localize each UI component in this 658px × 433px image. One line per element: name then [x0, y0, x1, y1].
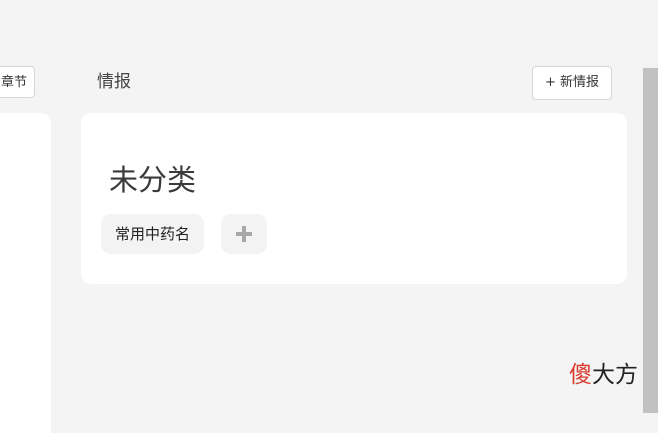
category-card: 未分类 常用中药名: [81, 113, 627, 284]
chapter-button-label: 章节: [0, 75, 27, 90]
tag-chip[interactable]: 常用中药名: [101, 214, 205, 254]
new-intel-button[interactable]: + 新情报: [532, 66, 612, 100]
scrollbar-thumb[interactable]: [643, 68, 658, 413]
section-title: 情报: [97, 72, 131, 92]
watermark-part-1: 傻: [569, 362, 592, 388]
left-panel-card: [0, 113, 51, 433]
plus-icon: [236, 226, 252, 242]
chapter-button[interactable]: 章节: [0, 66, 35, 98]
category-title: 未分类: [109, 163, 197, 197]
add-tag-button[interactable]: [221, 214, 267, 254]
watermark-logo: 傻大方: [569, 360, 638, 390]
watermark-part-2: 大方: [592, 362, 638, 388]
